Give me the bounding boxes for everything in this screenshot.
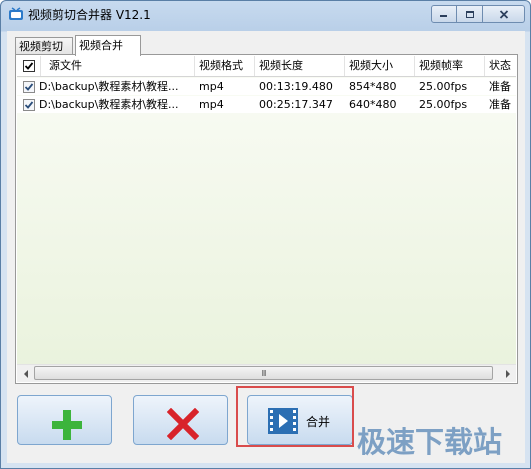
table-row[interactable]: D:\backup\教程素材\教程... mp4 00:25:17.347 64… bbox=[17, 96, 516, 113]
checkmark-icon bbox=[24, 62, 34, 70]
cell-fps: 25.00fps bbox=[419, 80, 468, 93]
maximize-icon bbox=[465, 10, 474, 18]
window-title: 视频剪切合并器 V12.1 bbox=[28, 8, 151, 22]
checkmark-icon bbox=[24, 101, 34, 109]
table-row[interactable]: D:\backup\教程素材\教程... mp4 00:13:19.480 85… bbox=[17, 78, 516, 95]
chevron-right-icon bbox=[505, 369, 510, 378]
select-all-cell bbox=[17, 56, 41, 76]
minimize-button[interactable] bbox=[431, 5, 457, 23]
add-file-button[interactable] bbox=[17, 395, 112, 445]
scrollbar-grip: III bbox=[261, 368, 266, 378]
plus-icon bbox=[52, 410, 82, 440]
row-checkbox[interactable] bbox=[23, 99, 35, 111]
watermark-text: 极速下载站 bbox=[357, 425, 503, 459]
checkmark-icon bbox=[24, 83, 34, 91]
app-icon bbox=[9, 7, 23, 20]
close-icon bbox=[499, 9, 508, 19]
col-format[interactable]: 视频格式 bbox=[195, 56, 255, 76]
minimize-icon bbox=[440, 15, 447, 17]
col-duration[interactable]: 视频长度 bbox=[255, 56, 345, 76]
cell-size: 640*480 bbox=[349, 98, 397, 111]
col-fps[interactable]: 视频帧率 bbox=[415, 56, 485, 76]
cell-size: 854*480 bbox=[349, 80, 397, 93]
chevron-left-icon bbox=[23, 369, 28, 378]
cell-format: mp4 bbox=[199, 98, 224, 111]
col-status[interactable]: 状态 bbox=[485, 56, 516, 76]
file-list[interactable]: 源文件 视频格式 视频长度 视频大小 视频帧率 状态 D:\backup\教程素… bbox=[17, 56, 516, 382]
scroll-left-button[interactable] bbox=[17, 365, 34, 382]
merge-panel: 源文件 视频格式 视频长度 视频大小 视频帧率 状态 D:\backup\教程素… bbox=[15, 54, 518, 384]
scrollbar-thumb[interactable]: III bbox=[34, 366, 493, 380]
title-bar[interactable]: 视频剪切合并器 V12.1 bbox=[1, 1, 530, 29]
cell-duration: 00:25:17.347 bbox=[259, 98, 333, 111]
col-source-file[interactable]: 源文件 bbox=[41, 56, 195, 76]
row-checkbox[interactable] bbox=[23, 81, 35, 93]
cell-file: D:\backup\教程素材\教程... bbox=[39, 80, 179, 93]
cell-file: D:\backup\教程素材\教程... bbox=[39, 98, 179, 111]
cell-status: 准备 bbox=[489, 98, 511, 111]
horizontal-scrollbar[interactable]: III bbox=[17, 364, 516, 382]
cell-fps: 25.00fps bbox=[419, 98, 468, 111]
select-all-checkbox[interactable] bbox=[23, 60, 35, 72]
cell-status: 准备 bbox=[489, 80, 511, 93]
x-icon bbox=[167, 408, 199, 440]
tab-video-merge[interactable]: 视频合并 bbox=[75, 35, 141, 56]
maximize-button[interactable] bbox=[457, 5, 483, 23]
cell-format: mp4 bbox=[199, 80, 224, 93]
window-controls bbox=[431, 5, 525, 23]
tab-video-cut[interactable]: 视频剪切 bbox=[15, 37, 73, 55]
highlight-box bbox=[236, 386, 354, 447]
col-size[interactable]: 视频大小 bbox=[345, 56, 415, 76]
scroll-right-button[interactable] bbox=[499, 365, 516, 382]
remove-file-button[interactable] bbox=[133, 395, 228, 445]
table-header: 源文件 视频格式 视频长度 视频大小 视频帧率 状态 bbox=[17, 56, 516, 77]
close-button[interactable] bbox=[483, 5, 525, 23]
cell-duration: 00:13:19.480 bbox=[259, 80, 333, 93]
